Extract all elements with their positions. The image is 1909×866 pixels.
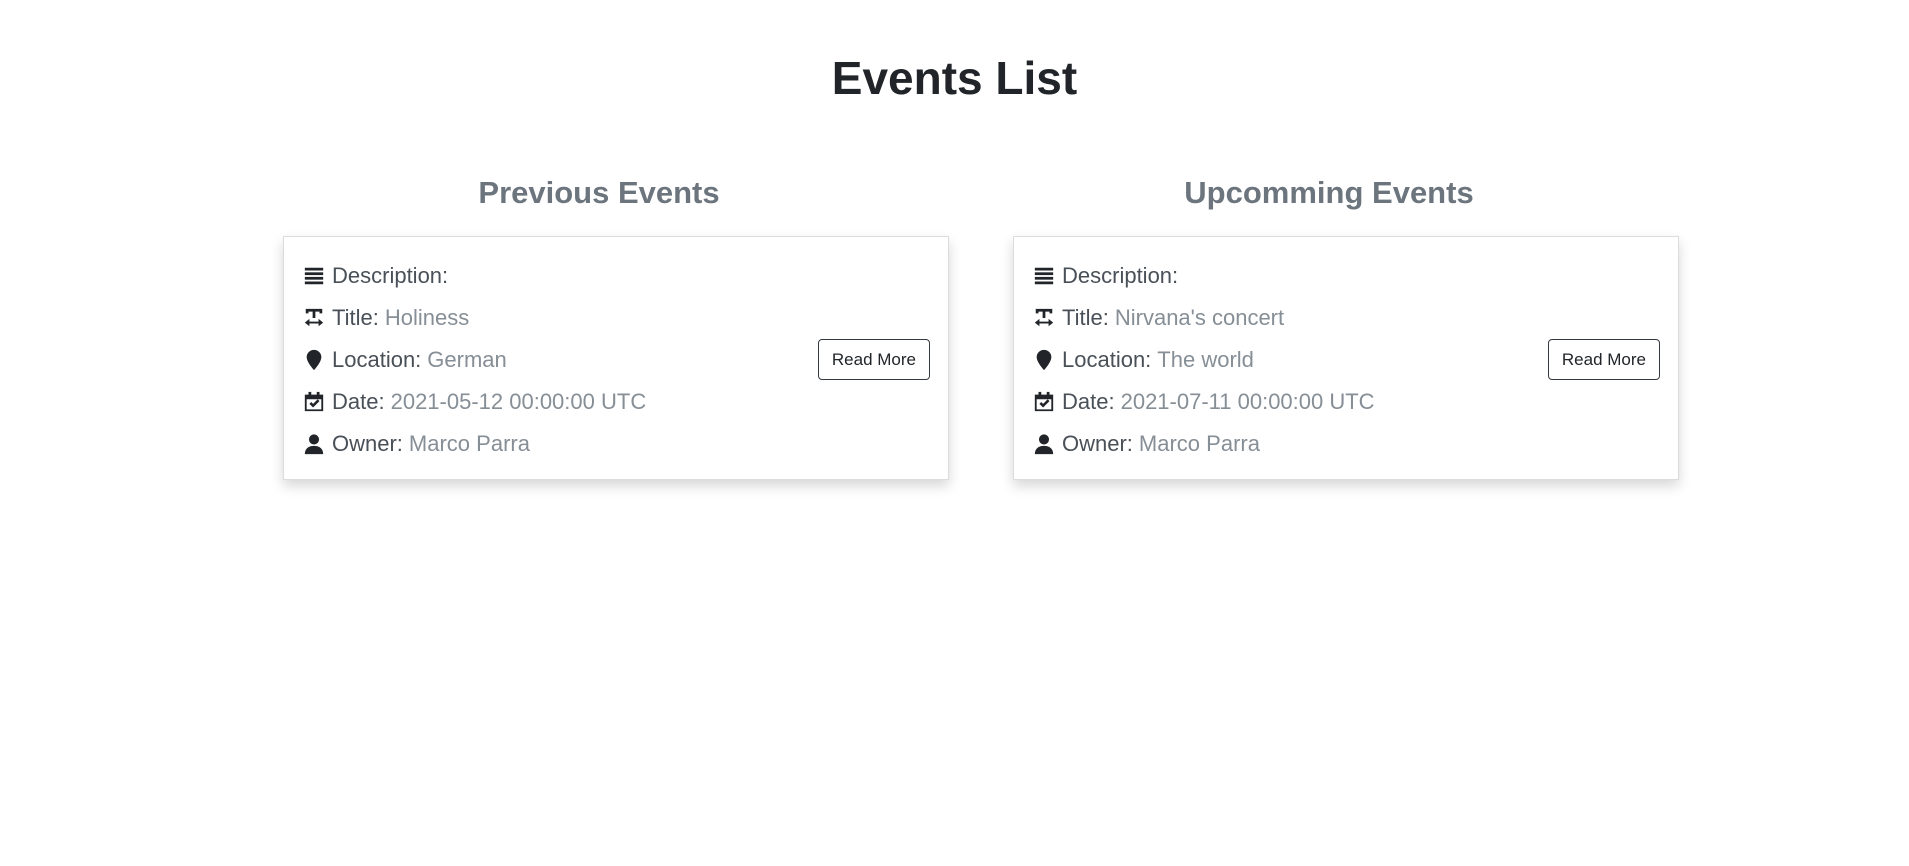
upcoming-events-heading: Upcomming Events [1184, 175, 1474, 210]
location-row: Location: German [302, 339, 646, 381]
date-label: Date: [332, 389, 385, 414]
text-width-icon [302, 306, 326, 330]
title-row: Title: Nirvana's concert [1032, 297, 1375, 339]
owner-row: Owner: Marco Parra [1032, 423, 1375, 465]
owner-label: Owner: [332, 431, 403, 456]
date-value: 2021-05-12 00:00:00 UTC [390, 389, 647, 414]
location-label: Location: [332, 347, 422, 372]
align-justify-icon [302, 264, 326, 288]
title-value: Nirvana's concert [1114, 305, 1285, 330]
map-marker-icon [302, 348, 326, 372]
user-icon [1032, 432, 1056, 456]
date-row: Date: 2021-07-11 00:00:00 UTC [1032, 381, 1375, 423]
previous-events-section: Previous Events Description: Title: Holi… [283, 168, 951, 480]
title-row: Title: Holiness [302, 297, 646, 339]
text-width-icon [1032, 306, 1056, 330]
calendar-check-icon [302, 390, 326, 414]
title-value: Holiness [384, 305, 470, 330]
align-justify-icon [1032, 264, 1056, 288]
date-row: Date: 2021-05-12 00:00:00 UTC [302, 381, 646, 423]
location-value: German [427, 347, 507, 372]
location-row: Location: The world [1032, 339, 1375, 381]
calendar-check-icon [1032, 390, 1056, 414]
user-icon [302, 432, 326, 456]
description-row: Description: [1032, 255, 1375, 297]
previous-events-heading: Previous Events [478, 175, 720, 210]
event-card: Description: Title: Holiness Location: G… [283, 236, 949, 480]
owner-value: Marco Parra [1138, 431, 1260, 456]
title-label: Title: [332, 305, 379, 330]
description-label: Description: [332, 263, 449, 288]
event-card: Description: Title: Nirvana's concert Lo… [1013, 236, 1679, 480]
read-more-button[interactable]: Read More [817, 339, 930, 380]
owner-row: Owner: Marco Parra [302, 423, 646, 465]
date-label: Date: [1062, 389, 1115, 414]
date-value: 2021-07-11 00:00:00 UTC [1120, 389, 1375, 414]
read-more-button[interactable]: Read More [1547, 339, 1660, 380]
location-value: The world [1157, 347, 1254, 372]
page-title: Events List [831, 52, 1078, 104]
owner-label: Owner: [1062, 431, 1133, 456]
upcoming-events-section: Upcomming Events Description: Title: Nir… [1013, 168, 1681, 480]
map-marker-icon [1032, 348, 1056, 372]
location-label: Location: [1062, 347, 1152, 372]
description-row: Description: [302, 255, 646, 297]
description-label: Description: [1062, 263, 1179, 288]
title-label: Title: [1062, 305, 1109, 330]
owner-value: Marco Parra [408, 431, 530, 456]
